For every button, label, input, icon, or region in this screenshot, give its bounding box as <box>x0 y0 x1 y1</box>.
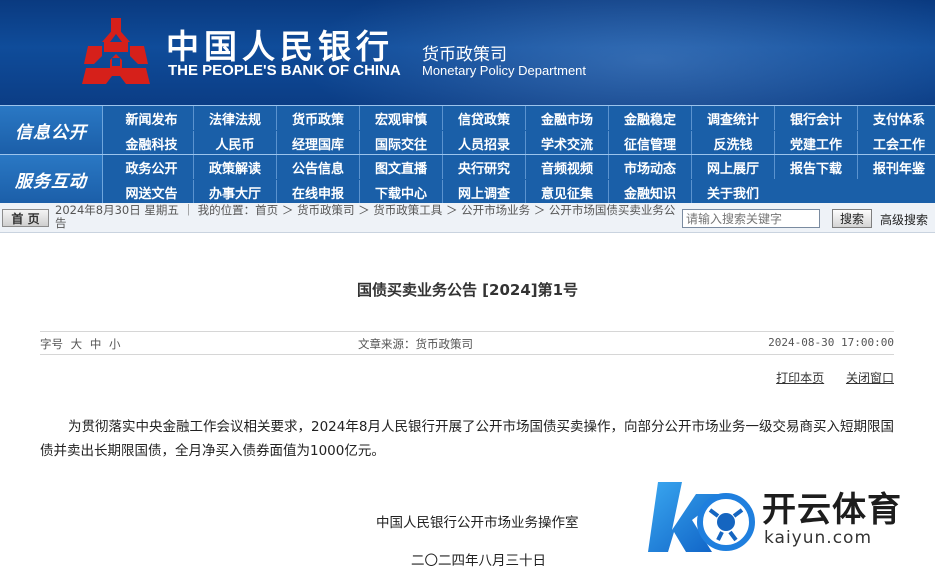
signature-organization: 中国人民银行公开市场业务操作室 <box>376 515 579 531</box>
nav-item[interactable]: 征信管理 <box>608 131 691 155</box>
nav-item[interactable]: 新闻发布 <box>110 106 193 130</box>
article-source: 文章来源：货币政策司 <box>358 337 473 351</box>
nav-item[interactable]: 网上调查 <box>442 180 525 204</box>
nav-item[interactable]: 报刊年鉴 <box>857 155 935 179</box>
home-button[interactable]: 首 页 <box>2 209 49 227</box>
nav-item[interactable]: 信贷政策 <box>442 106 525 130</box>
search-input[interactable] <box>682 209 820 228</box>
nav-item[interactable]: 调查统计 <box>691 106 774 130</box>
nav-item[interactable]: 人员招录 <box>442 131 525 155</box>
bank-name-cn: 中国人民银行 <box>166 27 394 66</box>
watermark-text-en: kaiyun.com <box>764 528 873 548</box>
pboc-logo-icon[interactable] <box>80 16 152 88</box>
search-button[interactable]: 搜索 <box>832 209 872 228</box>
nav-item[interactable]: 意见征集 <box>525 180 608 204</box>
nav-row-3: 政务公开 政策解读 公告信息 图文直播 央行研究 音频视频 市场动态 网上展厅 … <box>110 155 935 179</box>
nav-item[interactable]: 货币政策 <box>276 106 359 130</box>
nav-item[interactable]: 人民币 <box>193 131 276 155</box>
nav-item[interactable]: 学术交流 <box>525 131 608 155</box>
article-meta-bar: 字号 大 中 小 文章来源：货币政策司 2024-08-30 17:00:00 <box>40 331 894 355</box>
signature-date: 二〇二四年八月三十日 <box>411 553 546 569</box>
font-size-medium[interactable]: 中 <box>90 337 102 351</box>
nav-row-1: 新闻发布 法律法规 货币政策 宏观审慎 信贷政策 金融市场 金融稳定 调查统计 … <box>110 106 935 130</box>
nav-section-title-info[interactable]: 信息公开 <box>0 106 103 155</box>
font-size-small[interactable]: 小 <box>109 337 121 351</box>
site-header: 中国人民银行 THE PEOPLE'S BANK OF CHINA 货币政策司 … <box>0 0 935 105</box>
page-title: 国债买卖业务公告 [2024]第1号 <box>356 281 579 299</box>
print-page-link[interactable]: 打印本页 <box>776 371 824 385</box>
font-size-label: 字号 <box>40 337 63 351</box>
nav-item[interactable]: 经理国库 <box>276 131 359 155</box>
nav-item[interactable]: 央行研究 <box>442 155 525 179</box>
nav-row-2: 金融科技 人民币 经理国库 国际交往 人员招录 学术交流 征信管理 反洗钱 党建… <box>110 131 935 155</box>
watermark-text-cn: 开云体育 <box>762 490 902 530</box>
nav-item[interactable]: 政策解读 <box>193 155 276 179</box>
nav-item[interactable]: 金融科技 <box>110 131 193 155</box>
font-size-large[interactable]: 大 <box>71 337 83 351</box>
nav-item[interactable]: 党建工作 <box>774 131 857 155</box>
nav-item[interactable]: 国际交往 <box>359 131 442 155</box>
nav-item[interactable]: 法律法规 <box>193 106 276 130</box>
article-paragraph: 为贯彻落实中央金融工作会议相关要求，2024年8月人民银行开展了公开市场国债买卖… <box>40 419 894 459</box>
article-tools: 打印本页 关闭窗口 <box>758 369 894 386</box>
nav-item[interactable]: 办事大厅 <box>193 180 276 204</box>
nav-item[interactable]: 报告下载 <box>774 155 857 179</box>
nav-item[interactable]: 金融知识 <box>608 180 691 204</box>
nav-item[interactable]: 金融稳定 <box>608 106 691 130</box>
nav-item[interactable]: 图文直播 <box>359 155 442 179</box>
nav-item[interactable]: 金融市场 <box>525 106 608 130</box>
breadcrumb-bar: 首 页 2024年8月30日 星期五 ｜ 我的位置：首页 ＞ 货币政策司 ＞ 货… <box>0 203 935 233</box>
nav-info-disclosure: 信息公开 新闻发布 法律法规 货币政策 宏观审慎 信贷政策 金融市场 金融稳定 … <box>0 105 935 155</box>
nav-service-interaction: 服务互动 政务公开 政策解读 公告信息 图文直播 央行研究 音频视频 市场动态 … <box>0 154 935 204</box>
advanced-search-link[interactable]: 高级搜索 <box>880 211 928 228</box>
nav-item[interactable]: 下载中心 <box>359 180 442 204</box>
header-glow <box>300 0 935 105</box>
nav-item[interactable]: 网送文告 <box>110 180 193 204</box>
nav-item[interactable]: 政务公开 <box>110 155 193 179</box>
nav-item[interactable]: 在线申报 <box>276 180 359 204</box>
nav-item[interactable]: 宏观审慎 <box>359 106 442 130</box>
nav-item[interactable]: 音频视频 <box>525 155 608 179</box>
department-name-cn: 货币政策司 <box>422 45 507 65</box>
close-window-link[interactable]: 关闭窗口 <box>846 371 894 385</box>
breadcrumb[interactable]: 2024年8月30日 星期五 ｜ 我的位置：首页 ＞ 货币政策司 ＞ 货币政策工… <box>55 204 680 230</box>
nav-item[interactable]: 反洗钱 <box>691 131 774 155</box>
font-size-control: 字号 大 中 小 <box>40 336 120 352</box>
nav-item[interactable]: 市场动态 <box>608 155 691 179</box>
publish-time: 2024-08-30 17:00:00 <box>768 336 894 349</box>
nav-item[interactable]: 工会工作 <box>857 131 935 155</box>
nav-section-title-service[interactable]: 服务互动 <box>0 155 103 204</box>
nav-item[interactable]: 支付体系 <box>857 106 935 130</box>
nav-row-4: 网送文告 办事大厅 在线申报 下载中心 网上调查 意见征集 金融知识 关于我们 <box>110 180 774 204</box>
nav-item[interactable]: 公告信息 <box>276 155 359 179</box>
bank-name-en: THE PEOPLE'S BANK OF CHINA <box>168 62 401 79</box>
nav-item[interactable]: 银行会计 <box>774 106 857 130</box>
nav-item[interactable]: 关于我们 <box>691 180 774 204</box>
department-name-en: Monetary Policy Department <box>422 63 587 78</box>
nav-item[interactable]: 网上展厅 <box>691 155 774 179</box>
